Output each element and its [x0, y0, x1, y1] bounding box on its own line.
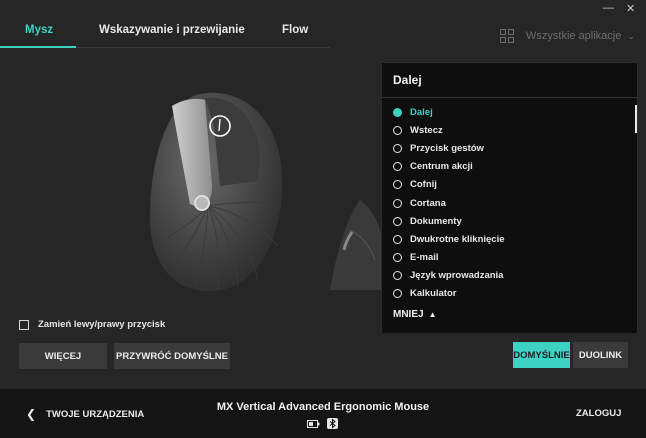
list-item[interactable]: E-mail	[382, 249, 637, 267]
tab-pointing-scrolling[interactable]: Wskazywanie i przewijanie	[99, 24, 245, 36]
tab-bar: Mysz Wskazywanie i przewijanie Flow	[0, 18, 330, 48]
footer-bar: ❮ TWOJE URZĄDZENIA MX Vertical Advanced …	[0, 389, 646, 438]
bluetooth-icon	[327, 418, 338, 429]
radio-icon	[393, 198, 402, 208]
list-item-label: Dokumenty	[410, 215, 462, 227]
radio-icon	[393, 289, 402, 299]
radio-icon	[393, 271, 402, 281]
show-less-button[interactable]: MNIEJ ▲	[393, 309, 436, 320]
swap-buttons-option[interactable]: Zamień lewy/prawy przycisk	[19, 319, 165, 330]
minimize-button[interactable]: —	[603, 2, 614, 14]
radio-icon	[393, 234, 402, 244]
login-button[interactable]: ZALOGUJ	[576, 408, 621, 419]
radio-icon	[393, 162, 402, 172]
panel-footer: MNIEJ ▲	[382, 299, 637, 333]
list-item-label: Dwukrotne kliknięcie	[410, 233, 505, 245]
list-item[interactable]: Język wprowadzania	[382, 267, 637, 285]
device-status	[307, 418, 338, 429]
active-tab-indicator	[0, 46, 76, 48]
panel-divider	[382, 97, 637, 98]
restore-defaults-button[interactable]: PRZYWRÓĆ DOMYŚLNE	[114, 343, 230, 369]
list-item-label: Cofnij	[410, 179, 437, 191]
radio-icon	[393, 253, 402, 263]
radio-selected-icon	[393, 107, 402, 117]
list-item[interactable]: Dwukrotne kliknięcie	[382, 230, 637, 248]
list-item-label: Cortana	[410, 197, 446, 209]
default-button[interactable]: DOMYŚLNIE	[513, 342, 570, 368]
panel-scrollbar[interactable]	[635, 105, 637, 133]
radio-icon	[393, 143, 402, 153]
mouse-illustration	[150, 92, 283, 292]
panel-title: Dalej	[393, 73, 422, 87]
list-item[interactable]: Przycisk gestów	[382, 139, 637, 157]
title-bar: — ✕	[0, 0, 646, 18]
app-selector-label: Wszystkie aplikacje	[526, 30, 622, 42]
list-item-label: Wstecz	[410, 124, 443, 136]
list-item[interactable]: Wstecz	[382, 121, 637, 139]
list-item-label: E-mail	[410, 252, 439, 264]
radio-icon	[393, 180, 402, 190]
duolink-button[interactable]: DUOLINK	[573, 342, 628, 368]
list-item[interactable]: Dokumenty	[382, 212, 637, 230]
app-selector[interactable]: Wszystkie aplikacje ⌄	[500, 28, 635, 44]
list-item-label: Centrum akcji	[410, 161, 473, 173]
close-button[interactable]: ✕	[626, 2, 635, 15]
chevron-up-icon: ▲	[428, 310, 437, 319]
list-item[interactable]: Cortana	[382, 194, 637, 212]
radio-icon	[393, 125, 402, 135]
list-item-label: Kalkulator	[410, 288, 457, 299]
more-button[interactable]: WIĘCEJ	[19, 343, 107, 369]
battery-icon	[307, 419, 320, 428]
list-item[interactable]: Centrum akcji	[382, 158, 637, 176]
action-panel: Dalej Dalej Wstecz Przycisk gestów Centr…	[381, 62, 638, 333]
tab-flow[interactable]: Flow	[282, 24, 308, 36]
tab-mysz[interactable]: Mysz	[25, 24, 53, 36]
list-item-label: Przycisk gestów	[410, 142, 484, 154]
grid-icon	[500, 29, 514, 43]
list-item[interactable]: Dalej	[382, 103, 637, 121]
device-name: MX Vertical Advanced Ergonomic Mouse	[216, 401, 430, 413]
radio-icon	[393, 216, 402, 226]
list-item-label: Język wprowadzania	[410, 270, 504, 282]
action-list: Dalej Wstecz Przycisk gestów Centrum akc…	[382, 103, 637, 299]
swap-buttons-checkbox[interactable]	[19, 319, 29, 330]
show-less-label: MNIEJ	[393, 309, 424, 320]
list-item[interactable]: Cofnij	[382, 176, 637, 194]
chevron-down-icon: ⌄	[627, 30, 635, 41]
swap-buttons-label: Zamień lewy/prawy przycisk	[38, 319, 166, 330]
list-item[interactable]: Kalkulator	[382, 285, 637, 299]
list-item-label: Dalej	[410, 106, 433, 118]
